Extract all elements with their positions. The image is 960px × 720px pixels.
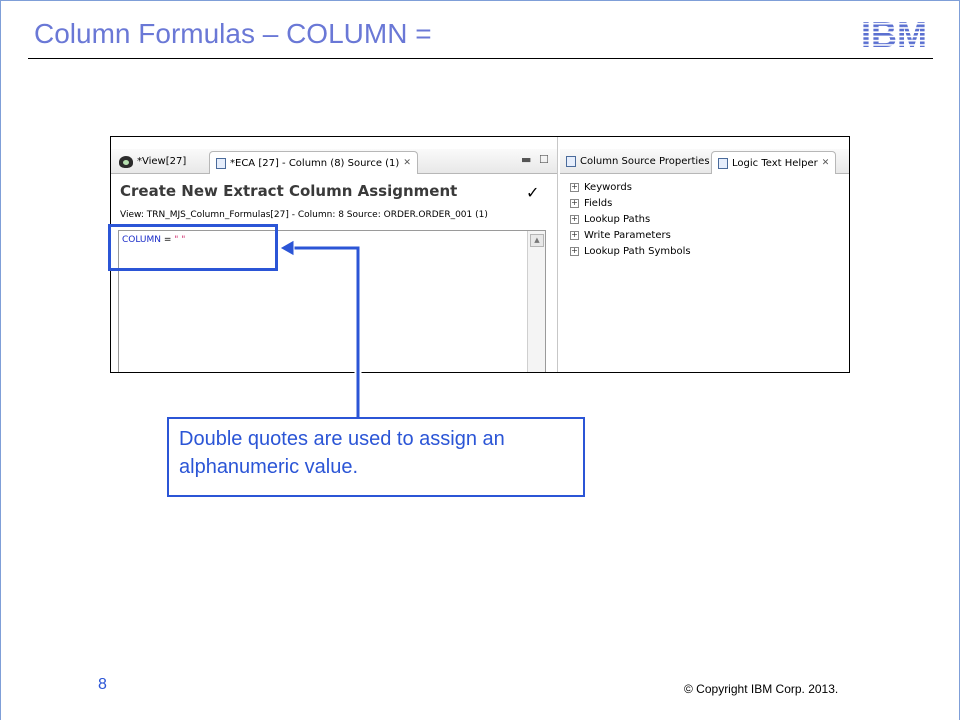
minimize-icon[interactable]: ▬ [521, 153, 531, 166]
scroll-up-icon[interactable]: ▲ [530, 234, 544, 247]
page-number: 8 [98, 676, 107, 693]
tab-csp-label: Column Source Properties [580, 156, 710, 167]
tree-item-keywords[interactable]: + Keywords [570, 179, 691, 195]
callout-line-1: Double quotes are used to assign an [179, 428, 505, 450]
tab-column-source-properties[interactable]: Column Source Properties [560, 151, 716, 172]
ibm-logo: IBM [861, 16, 927, 50]
slide-top-rule [0, 0, 960, 1]
expand-icon[interactable]: + [570, 230, 579, 240]
tree-item-lookup-paths[interactable]: + Lookup Paths [570, 211, 691, 227]
editor-heading: Create New Extract Column Assignment [120, 182, 458, 200]
tab-view[interactable]: *View[27] [113, 151, 192, 172]
expand-icon[interactable]: + [570, 246, 579, 256]
close-tab-icon[interactable]: ✕ [822, 158, 830, 168]
tree-item-label: Lookup Path Symbols [584, 245, 691, 257]
helper-tabbar: Column Source Properties Logic Text Help… [560, 149, 849, 174]
tree-item-write-parameters[interactable]: + Write Parameters [570, 227, 691, 243]
tree-item-label: Lookup Paths [584, 213, 651, 225]
helper-pane: Column Source Properties Logic Text Help… [560, 137, 849, 372]
close-tab-icon[interactable]: ✕ [403, 158, 411, 168]
editor-scrollbar[interactable]: ▲ [527, 231, 545, 372]
highlight-box [108, 224, 278, 271]
editor-info-line: View: TRN_MJS_Column_Formulas[27] - Colu… [120, 210, 488, 220]
callout-box: Double quotes are used to assign an alph… [167, 417, 585, 497]
document-icon [216, 157, 226, 169]
tab-view-label: *View[27] [137, 156, 187, 167]
helper-tree: + Keywords + Fields + Lookup Paths + Wri… [570, 179, 691, 259]
tree-item-label: Fields [584, 197, 613, 209]
tab-eca[interactable]: *ECA [27] - Column (8) Source (1) ✕ [209, 151, 418, 174]
tab-logic-text-helper[interactable]: Logic Text Helper ✕ [711, 151, 837, 174]
expand-icon[interactable]: + [570, 182, 579, 192]
editor-tabbar: *View[27] *ECA [27] - Column (8) Source … [111, 149, 557, 174]
tree-item-label: Keywords [584, 181, 632, 193]
expand-icon[interactable]: + [570, 214, 579, 224]
tab-eca-label: *ECA [27] - Column (8) Source (1) [230, 157, 400, 169]
maximize-icon[interactable]: ☐ [539, 153, 549, 166]
copyright: © Copyright IBM Corp. 2013. [684, 682, 839, 696]
document-icon [566, 156, 576, 167]
slide-title: Column Formulas – COLUMN = [34, 18, 432, 49]
tab-lth-label: Logic Text Helper [732, 157, 818, 169]
validate-check-icon[interactable]: ✓ [526, 183, 539, 202]
slide-left-rule [0, 0, 1, 720]
view-eye-icon [119, 155, 133, 168]
tree-item-fields[interactable]: + Fields [570, 195, 691, 211]
tree-item-lookup-path-symbols[interactable]: + Lookup Path Symbols [570, 243, 691, 259]
expand-icon[interactable]: + [570, 198, 579, 208]
svg-text:IBM: IBM [861, 16, 927, 50]
callout-line-2: alphanumeric value. [179, 456, 358, 478]
title-underline [28, 58, 933, 59]
document-icon [718, 157, 728, 169]
tree-item-label: Write Parameters [584, 229, 671, 241]
